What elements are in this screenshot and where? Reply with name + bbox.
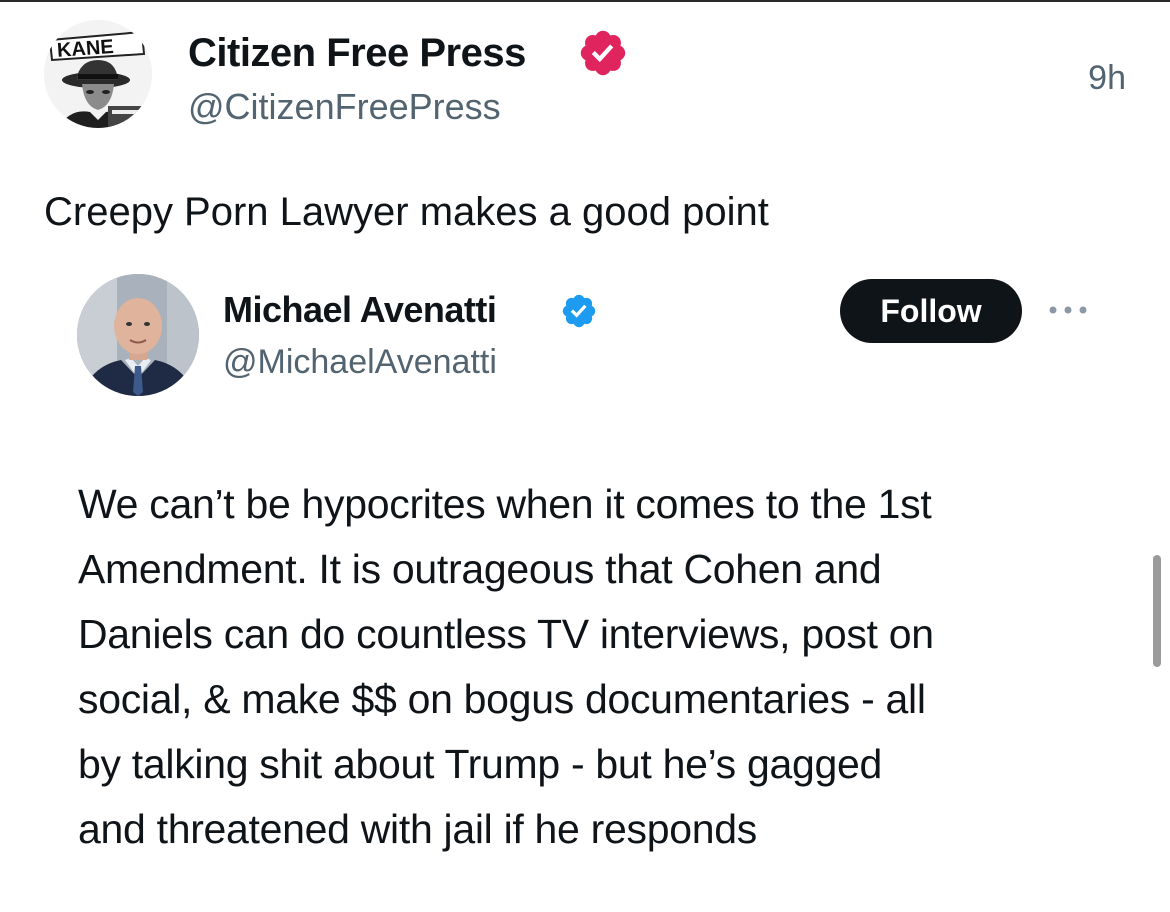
quoted-author-handle[interactable]: @MichaelAvenatti <box>223 342 497 382</box>
quoted-author-name[interactable]: Michael Avenatti <box>223 289 497 331</box>
post-text: Creepy Porn Lawyer makes a good point <box>44 190 769 234</box>
follow-button[interactable]: Follow <box>840 279 1022 343</box>
quoted-text-line: Amendment. It is outrageous that Cohen a… <box>78 546 882 592</box>
author-name[interactable]: Citizen Free Press <box>188 30 526 76</box>
quoted-avatar[interactable] <box>77 274 199 396</box>
quoted-text-line: We can’t be hypocrites when it comes to … <box>78 481 932 527</box>
quoted-text-line: Daniels can do countless TV interviews, … <box>78 611 934 657</box>
verified-badge-icon <box>562 294 596 328</box>
quoted-post-text: We can’t be hypocrites when it comes to … <box>78 472 1118 862</box>
avatar[interactable]: KANE <box>44 20 152 128</box>
quoted-text-line: social, & make $$ on bogus documentaries… <box>78 676 926 722</box>
more-options-icon[interactable] <box>1045 300 1091 320</box>
quoted-text-line: and threatened with jail if he responds <box>78 806 757 852</box>
top-divider <box>0 0 1170 2</box>
avatar-logo-text: KANE <box>56 36 114 62</box>
scrollbar[interactable] <box>1153 555 1161 667</box>
verified-badge-icon <box>580 30 626 76</box>
post-timestamp[interactable]: 9h <box>1088 58 1126 98</box>
quoted-text-line: by talking shit about Trump - but he’s g… <box>78 741 882 787</box>
author-handle[interactable]: @CitizenFreePress <box>188 86 501 128</box>
